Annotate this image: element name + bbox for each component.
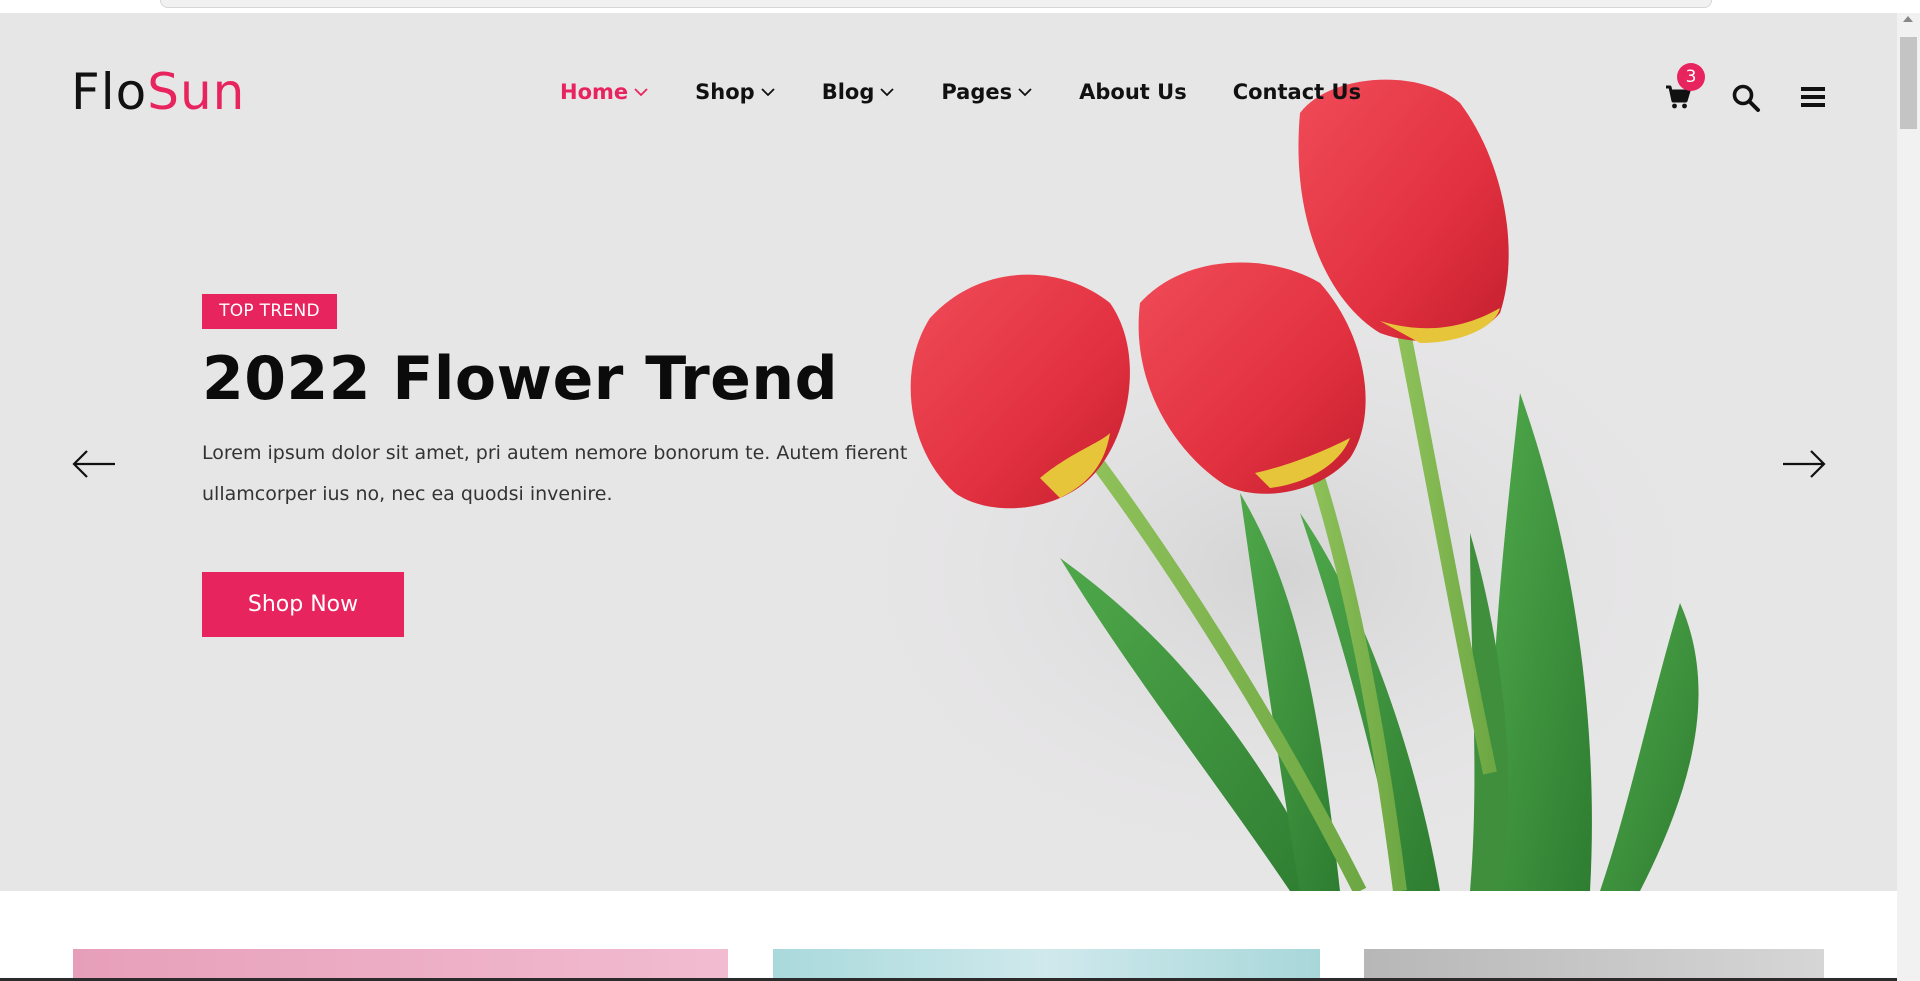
nav-item-about-us[interactable]: About Us: [1079, 79, 1187, 105]
chevron-down-icon: [633, 84, 649, 100]
chevron-down-icon: [879, 84, 895, 100]
nav-item-label: About Us: [1079, 80, 1187, 104]
main-nav: Home Shop Blog Pages About Us Contact Us: [560, 79, 1407, 105]
shop-now-button[interactable]: Shop Now: [202, 572, 404, 637]
arrow-right-icon[interactable]: [1781, 449, 1827, 479]
nav-item-home[interactable]: Home: [560, 79, 649, 105]
search-icon[interactable]: [1731, 83, 1761, 113]
scroll-up-icon[interactable]: [1903, 16, 1913, 22]
nav-item-contact-us[interactable]: Contact Us: [1233, 79, 1361, 105]
nav-item-label: Blog: [821, 80, 875, 104]
category-banner[interactable]: [1364, 949, 1824, 981]
hero-description: Lorem ipsum dolor sit amet, pri autem ne…: [202, 442, 908, 505]
scrollbar-thumb[interactable]: [1900, 37, 1917, 129]
nav-item-blog[interactable]: Blog: [822, 79, 896, 105]
arrow-left-icon[interactable]: [71, 449, 117, 479]
chevron-down-icon: [760, 84, 776, 100]
nav-item-label: Home: [560, 80, 629, 104]
hero-title: 2022 Flower Trend: [202, 344, 839, 414]
scrollbar[interactable]: [1897, 13, 1920, 981]
hero-slider: FloSun Home Shop Blog Pages About Us Con…: [0, 13, 1897, 891]
nav-item-shop[interactable]: Shop: [695, 79, 776, 105]
hamburger-menu-icon[interactable]: [1800, 85, 1826, 109]
brand-logo[interactable]: FloSun: [71, 62, 245, 122]
brand-name-part1: Flo: [71, 63, 148, 121]
nav-item-pages[interactable]: Pages: [941, 79, 1033, 105]
cart-count-badge: 3: [1677, 63, 1705, 91]
browser-top-bar: [0, 0, 1920, 13]
category-banner[interactable]: [73, 949, 728, 981]
category-banner[interactable]: [773, 949, 1320, 981]
brand-name-part2: Sun: [147, 63, 246, 121]
chevron-down-icon: [1017, 84, 1033, 100]
hero-tag-badge: TOP TREND: [202, 294, 337, 329]
nav-item-label: Contact Us: [1232, 80, 1362, 104]
nav-item-label: Shop: [695, 80, 755, 104]
nav-item-label: Pages: [941, 80, 1013, 104]
browser-address-bar[interactable]: [160, 0, 1712, 8]
